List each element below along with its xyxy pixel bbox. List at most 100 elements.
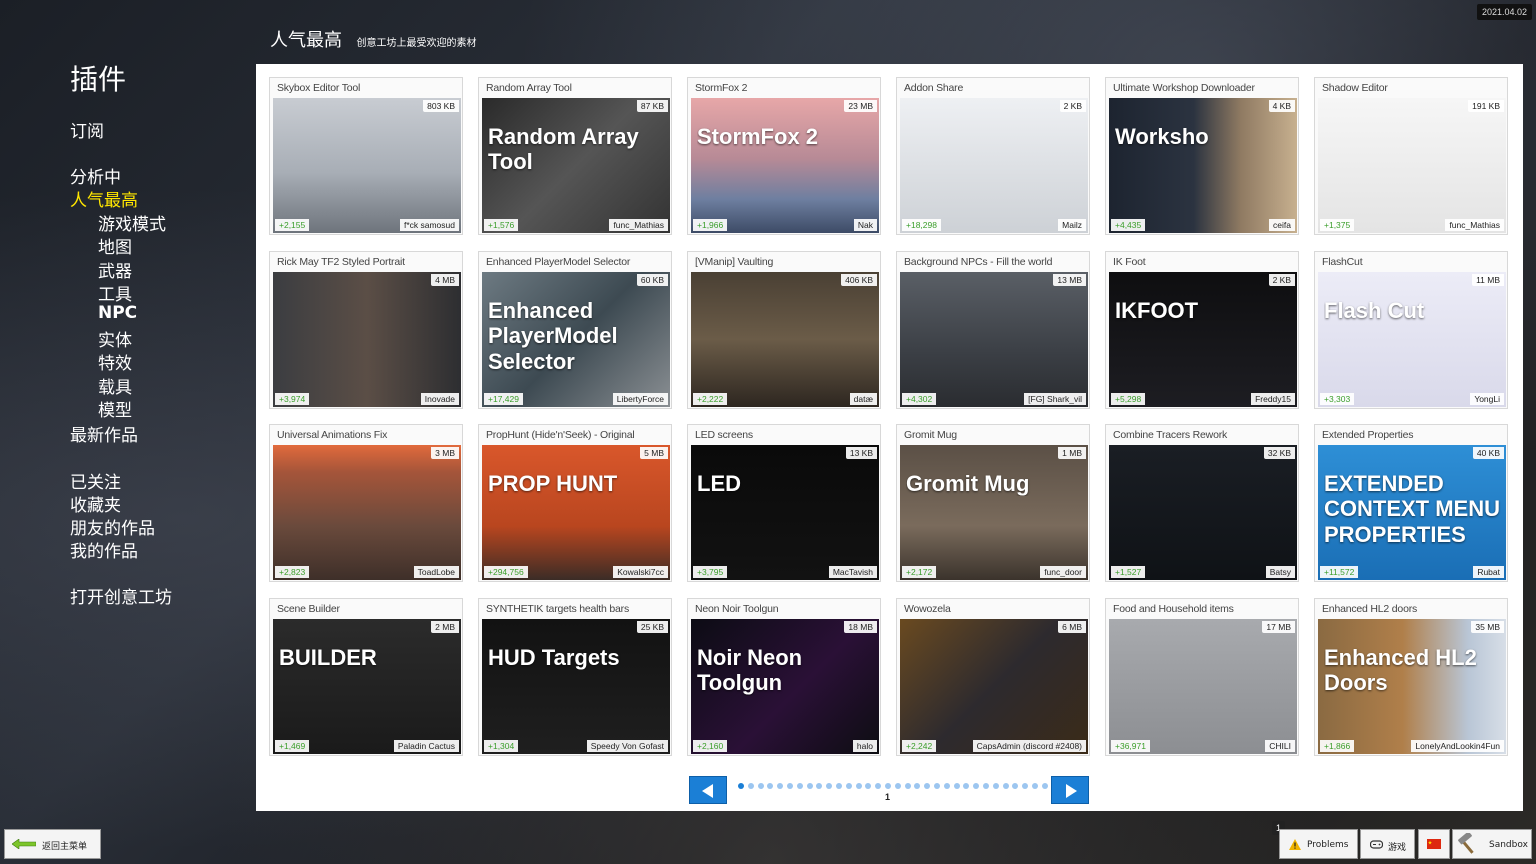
page-dot[interactable]: [885, 783, 891, 789]
sidebar-item-popular[interactable]: 人气最高: [70, 186, 138, 211]
sidebar-item-favorites[interactable]: 收藏夹: [70, 491, 121, 516]
addon-votes-badge: +3,795: [693, 566, 728, 578]
page-dot[interactable]: [1032, 783, 1038, 789]
addon-author-badge: YongLi: [1470, 393, 1504, 405]
addon-votes-badge: +2,172: [902, 566, 937, 578]
addon-card[interactable]: Food and Household items 17 MB +36,971 CHIL…: [1105, 598, 1299, 756]
addon-size-badge: 191 KB: [1468, 100, 1504, 112]
page-dot[interactable]: [943, 783, 950, 789]
addon-thumbnail-text: Random Array Tool: [488, 124, 639, 175]
language-button[interactable]: [1418, 829, 1450, 859]
sidebar-item-subscribed[interactable]: 订阅: [70, 117, 104, 142]
page-dot[interactable]: [738, 783, 744, 789]
addon-votes-badge: +1,527: [1111, 566, 1146, 578]
page-dot[interactable]: [934, 783, 940, 789]
addon-card[interactable]: Scene Builder BUILDER 2 MB +1,469 Paladin Ca…: [269, 598, 463, 756]
page-dot[interactable]: [973, 783, 980, 789]
addon-votes-badge: +2,823: [275, 566, 310, 578]
page-dot[interactable]: [904, 783, 911, 789]
page-dot[interactable]: [865, 783, 872, 789]
addon-card[interactable]: SYNTHETIK targets health bars HUD Targets…: [478, 598, 672, 756]
page-dot[interactable]: [747, 783, 754, 789]
addon-card[interactable]: FlashCut Flash Cut 11 MB +3,303 YongLi: [1314, 251, 1508, 409]
page-dot[interactable]: [875, 783, 882, 789]
sidebar-item-latest[interactable]: 最新作品: [70, 421, 138, 446]
sidebar-subcat-effects[interactable]: 特效: [98, 349, 132, 374]
addon-card[interactable]: Wowozela 6 MB +2,242 CapsAdmin (discord #24…: [896, 598, 1090, 756]
addon-card[interactable]: Universal Animations Fix 3 MB +2,823 ToadLo…: [269, 424, 463, 582]
page-dot[interactable]: [806, 783, 813, 789]
page-dot[interactable]: [894, 783, 901, 789]
addon-thumbnail: StormFox 2 23 MB +1,966 Nak: [691, 98, 879, 233]
back-to-main-menu-button[interactable]: 返回主菜单: [4, 829, 101, 859]
games-button[interactable]: 游戏: [1360, 829, 1415, 859]
page-dot[interactable]: [826, 783, 833, 789]
page-dot[interactable]: [1012, 783, 1019, 789]
page-dot[interactable]: [787, 783, 793, 789]
addon-card[interactable]: Skybox Editor Tool 803 KB +2,155 f*ck samos…: [269, 77, 463, 235]
page-dot[interactable]: [924, 783, 931, 789]
page-dot[interactable]: [836, 783, 842, 789]
page-dot[interactable]: [963, 783, 970, 789]
addon-title: IK Foot: [1113, 256, 1146, 268]
sidebar-item-open-workshop[interactable]: 打开创意工坊: [70, 583, 172, 608]
page-dot[interactable]: [855, 783, 862, 789]
page-dot[interactable]: [777, 783, 784, 789]
addon-card[interactable]: Rick May TF2 Styled Portrait 4 MB +3,974 In…: [269, 251, 463, 409]
sidebar-item-friends[interactable]: 朋友的作品: [70, 514, 155, 539]
page-dot[interactable]: [845, 783, 852, 789]
sidebar-subcat-tools[interactable]: 工具: [98, 280, 132, 305]
addon-title: Random Array Tool: [486, 82, 572, 94]
problems-button[interactable]: Problems: [1279, 829, 1358, 859]
addon-card[interactable]: Background NPCs - Fill the world 13 MB +4,…: [896, 251, 1090, 409]
page-dot[interactable]: [757, 783, 764, 789]
addon-card[interactable]: LED screens LED 13 KB +3,795 MacTavish: [687, 424, 881, 582]
page-dot[interactable]: [796, 783, 803, 789]
addon-card[interactable]: Extended Properties EXTENDED CONTEXT MENU…: [1314, 424, 1508, 582]
addon-card[interactable]: Ultimate Workshop Downloader Worksho 4 KB +…: [1105, 77, 1299, 235]
addon-author-badge: Nak: [853, 219, 877, 231]
addon-card[interactable]: Combine Tracers Rework 32 KB +1,527 Batsy: [1105, 424, 1299, 582]
page-dot[interactable]: [1041, 783, 1048, 789]
addon-votes-badge: +17,429: [484, 393, 523, 405]
page-dot[interactable]: [816, 783, 823, 789]
addon-thumbnail-text: StormFox 2: [697, 124, 819, 149]
sidebar-item-analyzing[interactable]: 分析中: [70, 163, 121, 188]
sidebar-subcat-npc[interactable]: NPC: [98, 303, 137, 323]
addon-card[interactable]: Enhanced PlayerModel Selector Enhanced Pl…: [478, 251, 672, 409]
addon-card[interactable]: IK Foot IKFOOT 2 KB +5,298 Freddy15: [1105, 251, 1299, 409]
sidebar-subcat-gamemodes[interactable]: 游戏模式: [98, 210, 166, 235]
addon-card[interactable]: Random Array Tool Random Array Tool 87 KB +…: [478, 77, 672, 235]
page-dot[interactable]: [983, 783, 989, 789]
sidebar-item-mine[interactable]: 我的作品: [70, 537, 138, 562]
addon-card[interactable]: Addon Share 2 KB +18,298 Mailz: [896, 77, 1090, 235]
addon-thumbnail-text: BUILDER: [279, 645, 377, 670]
page-dot[interactable]: [1002, 783, 1009, 789]
page-dot[interactable]: [992, 783, 999, 789]
next-page-button[interactable]: [1051, 776, 1089, 804]
addon-size-badge: 2 MB: [431, 621, 459, 633]
sidebar-subcat-maps[interactable]: 地图: [98, 233, 132, 258]
page-dot[interactable]: [1022, 783, 1029, 789]
addon-card[interactable]: Shadow Editor 191 KB +1,375 func_Mathias: [1314, 77, 1508, 235]
addon-card[interactable]: Neon Noir Toolgun Noir Neon Toolgun 18 MB +…: [687, 598, 881, 756]
addon-card[interactable]: [VManip] Vaulting 406 KB +2,222 datæ: [687, 251, 881, 409]
page-dot[interactable]: [914, 783, 921, 789]
addon-card[interactable]: StormFox 2 StormFox 2 23 MB +1,966 Nak: [687, 77, 881, 235]
page-dot[interactable]: [767, 783, 774, 789]
sidebar-subcat-models[interactable]: 模型: [98, 396, 132, 421]
sidebar-item-followed[interactable]: 已关注: [70, 468, 121, 493]
addon-size-badge: 2 KB: [1059, 100, 1086, 112]
page-dot[interactable]: [953, 783, 960, 789]
addon-card[interactable]: Gromit Mug Gromit Mug 1 MB +2,172 func_door: [896, 424, 1090, 582]
addon-thumbnail: 3 MB +2,823 ToadLobe: [273, 445, 461, 580]
gamemode-sandbox-button[interactable]: Sandbox: [1452, 829, 1532, 859]
sidebar-subcat-entities[interactable]: 实体: [98, 326, 132, 351]
addon-card[interactable]: Enhanced HL2 doors Enhanced HL2 Doors 35 M…: [1314, 598, 1508, 756]
addon-thumbnail-text: HUD Targets: [488, 645, 620, 670]
prev-page-button[interactable]: [689, 776, 727, 804]
addon-size-badge: 11 MB: [1472, 274, 1504, 286]
sidebar-subcat-weapons[interactable]: 武器: [98, 257, 132, 282]
addon-card[interactable]: PropHunt (Hide'n'Seek) - Original PROP HU…: [478, 424, 672, 582]
sidebar-subcat-vehicles[interactable]: 载具: [98, 373, 132, 398]
